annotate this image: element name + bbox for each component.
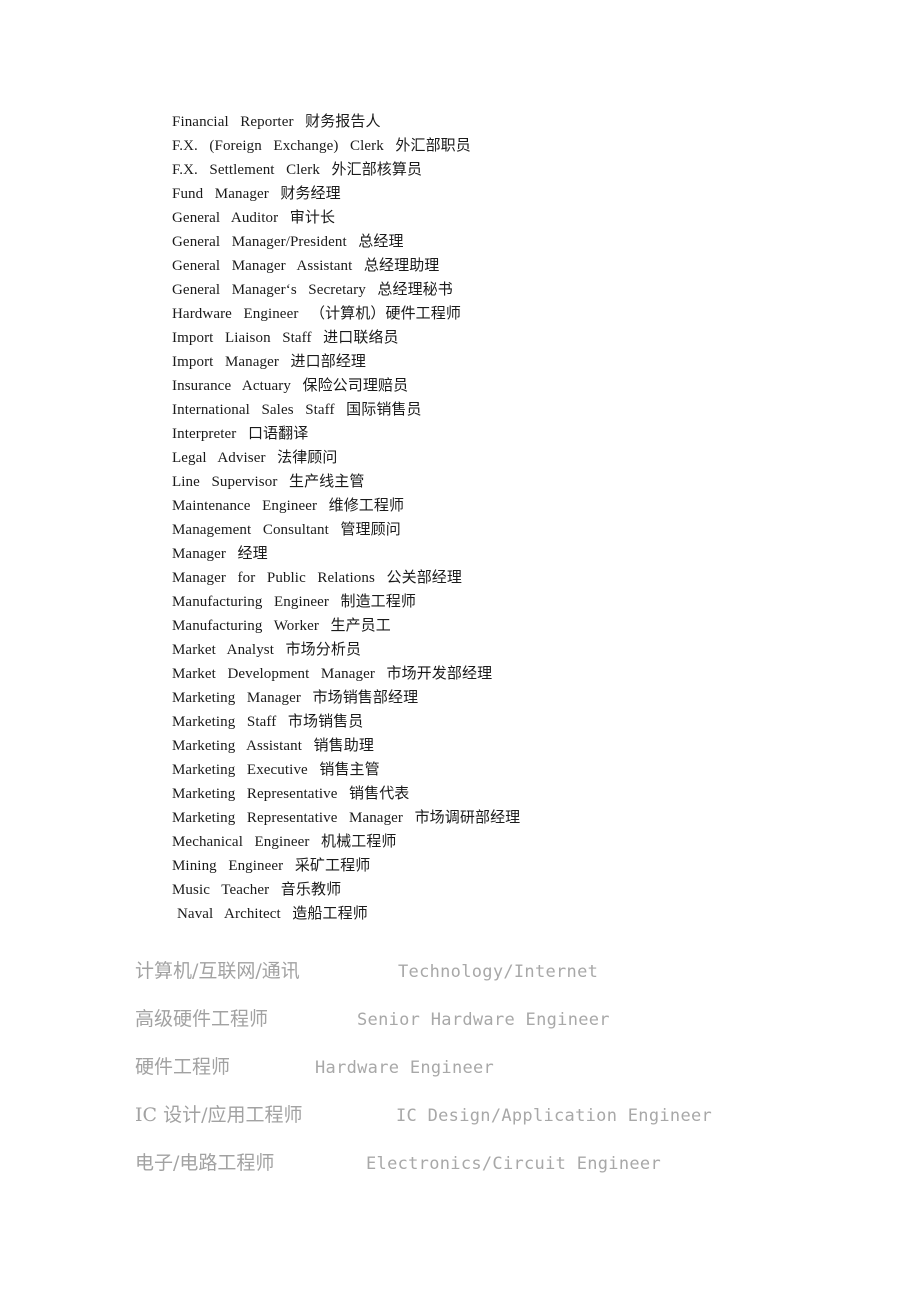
job-title-line: Line Supervisor 生产线主管 <box>172 474 365 490</box>
glossary-row: IC 设计/应用工程师 IC Design/Application Enginee… <box>135 1102 895 1150</box>
job-title-line: Marketing Assistant 销售助理 <box>172 738 374 754</box>
job-title-line: International Sales Staff 国际销售员 <box>172 402 422 418</box>
glossary-row: 计算机/互联网/通讯 Technology/Internet <box>135 958 895 1006</box>
glossary-chinese-term: 硬件工程师 <box>135 1056 231 1078</box>
glossary-chinese-term: 计算机/互联网/通讯 <box>135 960 300 982</box>
glossary-row: 硬件工程师 Hardware Engineer <box>135 1054 895 1102</box>
job-title-line: Legal Adviser 法律顾问 <box>172 450 338 466</box>
job-title-line: Marketing Representative Manager 市场调研部经理 <box>172 810 521 826</box>
glossary-row: 高级硬件工程师 Senior Hardware Engineer <box>135 1006 895 1054</box>
job-title-line: Interpreter 口语翻译 <box>172 426 309 442</box>
job-title-list: Financial Reporter 财务报告人 F.X. (Foreign Ex… <box>172 110 872 926</box>
job-title-line: Manager 经理 <box>172 546 268 562</box>
job-title-line: Hardware Engineer （计算机）硬件工程师 <box>172 306 461 322</box>
glossary-english-term: Electronics/Circuit Engineer <box>366 1154 661 1174</box>
job-title-line: Manager for Public Relations 公关部经理 <box>172 570 462 586</box>
job-title-line: General Manager/President 总经理 <box>172 234 404 250</box>
job-title-line: Market Development Manager 市场开发部经理 <box>172 666 493 682</box>
job-title-line: Music Teacher 音乐教师 <box>172 882 342 898</box>
glossary-english-term: IC Design/Application Engineer <box>396 1106 713 1126</box>
job-title-line: Naval Architect 造船工程师 <box>177 906 368 922</box>
glossary-section: 计算机/互联网/通讯 Technology/Internet 高级硬件工程师 Seni… <box>135 958 895 1198</box>
document-page: Financial Reporter 财务报告人 F.X. (Foreign Ex… <box>0 0 920 1302</box>
glossary-chinese-term: IC 设计/应用工程师 <box>135 1104 303 1126</box>
job-title-line: Marketing Staff 市场销售员 <box>172 714 364 730</box>
job-title-line: Manufacturing Worker 生产员工 <box>172 618 391 634</box>
job-title-line: Market Analyst 市场分析员 <box>172 642 362 658</box>
job-title-line: Manufacturing Engineer 制造工程师 <box>172 594 416 610</box>
job-title-line: Marketing Manager 市场销售部经理 <box>172 690 419 706</box>
job-title-line: Mechanical Engineer 机械工程师 <box>172 834 397 850</box>
job-title-line: Marketing Representative 销售代表 <box>172 786 410 802</box>
job-title-line: Mining Engineer 采矿工程师 <box>172 858 371 874</box>
job-title-line: Import Liaison Staff 进口联络员 <box>172 330 399 346</box>
job-title-line: Insurance Actuary 保险公司理赔员 <box>172 378 409 394</box>
job-title-line: General Manager‘s Secretary 总经理秘书 <box>172 282 453 298</box>
job-title-line: F.X. (Foreign Exchange) Clerk 外汇部职员 <box>172 138 471 154</box>
glossary-english-term: Hardware Engineer <box>315 1058 495 1078</box>
job-title-line: Fund Manager 财务经理 <box>172 186 341 202</box>
glossary-english-term: Technology/Internet <box>398 962 599 982</box>
job-title-line: Marketing Executive 销售主管 <box>172 762 380 778</box>
glossary-row: 电子/电路工程师 Electronics/Circuit Engineer <box>135 1150 895 1198</box>
job-title-line: Import Manager 进口部经理 <box>172 354 367 370</box>
job-title-line: General Manager Assistant 总经理助理 <box>172 258 440 274</box>
job-title-line: Maintenance Engineer 维修工程师 <box>172 498 405 514</box>
glossary-chinese-term: 高级硬件工程师 <box>135 1008 269 1030</box>
glossary-chinese-term: 电子/电路工程师 <box>135 1152 275 1174</box>
job-title-line: Financial Reporter 财务报告人 <box>172 114 381 130</box>
job-title-line: General Auditor 审计长 <box>172 210 336 226</box>
glossary-english-term: Senior Hardware Engineer <box>357 1010 610 1030</box>
job-title-line: Management Consultant 管理顾问 <box>172 522 401 538</box>
job-title-line: F.X. Settlement Clerk 外汇部核算员 <box>172 162 423 178</box>
